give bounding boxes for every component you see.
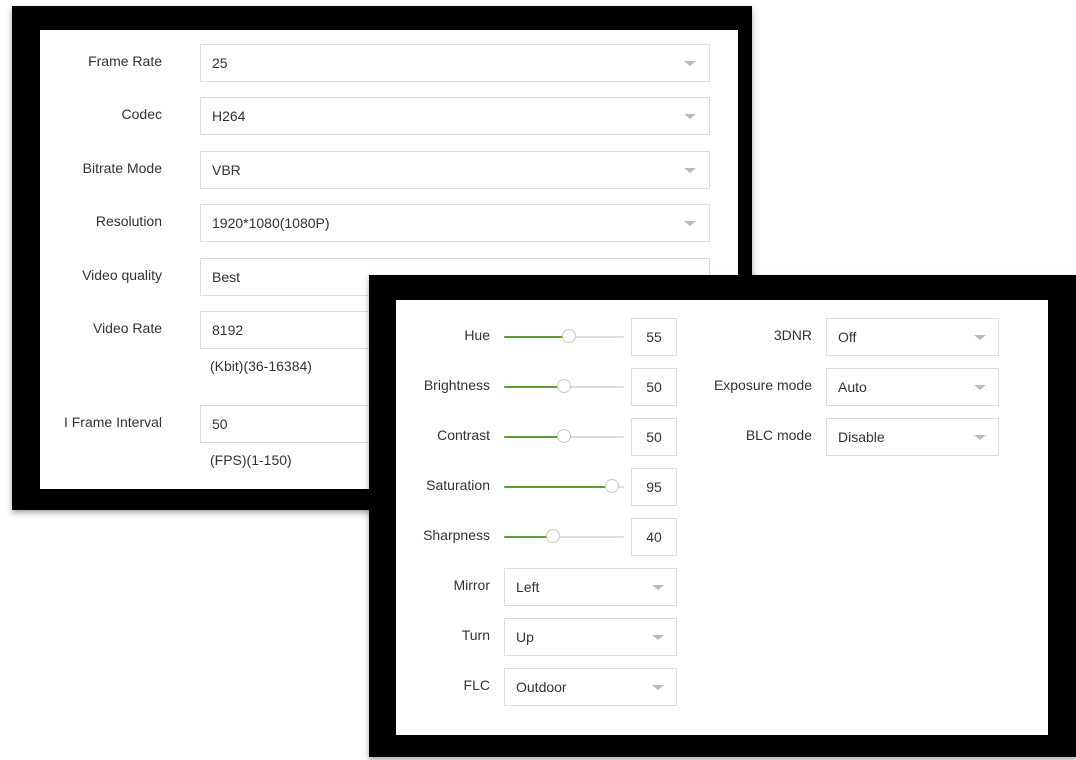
flc-label: FLC (463, 677, 490, 693)
turn-value: Up (516, 629, 534, 645)
i-frame-interval-label: I Frame Interval (63, 414, 162, 430)
mirror-select[interactable]: Left (504, 568, 677, 606)
exposure-mode-label: Exposure mode (713, 377, 812, 393)
contrast-label: Contrast (437, 427, 490, 443)
bitrate-mode-label: Bitrate Mode (82, 160, 162, 176)
brightness-slider-handle[interactable] (557, 379, 571, 393)
frame-rate-label: Frame Rate (88, 53, 162, 69)
contrast-value-input[interactable]: 50 (631, 418, 677, 456)
resolution-value: 1920*1080(1080P) (212, 215, 330, 231)
saturation-label: Saturation (426, 477, 490, 493)
hue-value-input[interactable]: 55 (631, 318, 677, 356)
flc-value: Outdoor (516, 679, 567, 695)
brightness-label: Brightness (423, 377, 490, 393)
exposure-mode-select[interactable]: Auto (826, 368, 999, 406)
i-frame-interval-value: 50 (212, 416, 228, 432)
resolution-select[interactable]: 1920*1080(1080P) (200, 204, 710, 242)
sharpness-slider-handle[interactable] (546, 529, 560, 543)
brightness-slider[interactable] (504, 379, 624, 393)
chevron-down-icon (684, 168, 696, 173)
chevron-down-icon (974, 335, 986, 340)
i-frame-interval-range-hint: (FPS)(1-150) (210, 452, 292, 468)
resolution-label: Resolution (95, 213, 162, 229)
chevron-down-icon (652, 585, 664, 590)
sharpness-label: Sharpness (423, 527, 490, 543)
frame-rate-value: 25 (212, 55, 228, 71)
brightness-value-input[interactable]: 50 (631, 368, 677, 406)
chevron-down-icon (684, 61, 696, 66)
blc-mode-value: Disable (838, 429, 885, 445)
turn-label: Turn (461, 627, 490, 643)
hue-slider-handle[interactable] (562, 329, 576, 343)
chevron-down-icon (974, 435, 986, 440)
blc-mode-select[interactable]: Disable (826, 418, 999, 456)
frame-rate-select[interactable]: 25 (200, 44, 710, 82)
3dnr-label: 3DNR (773, 327, 812, 343)
codec-label: Codec (121, 106, 162, 122)
turn-select[interactable]: Up (504, 618, 677, 656)
codec-value: H264 (212, 108, 246, 124)
saturation-slider-fill (504, 486, 612, 488)
3dnr-select[interactable]: Off (826, 318, 999, 356)
video-rate-value: 8192 (212, 322, 244, 338)
hue-label: Hue (464, 327, 490, 343)
sharpness-value-input[interactable]: 40 (631, 518, 677, 556)
chevron-down-icon (684, 114, 696, 119)
bitrate-mode-value: VBR (212, 162, 241, 178)
saturation-slider[interactable] (504, 479, 624, 493)
chevron-down-icon (684, 221, 696, 226)
hue-slider[interactable] (504, 329, 624, 343)
sharpness-slider[interactable] (504, 529, 624, 543)
blc-mode-label: BLC mode (745, 427, 812, 443)
exposure-mode-value: Auto (838, 379, 867, 395)
3dnr-value: Off (838, 329, 857, 345)
mirror-value: Left (516, 579, 540, 595)
video-quality-value: Best (212, 269, 241, 285)
flc-select[interactable]: Outdoor (504, 668, 677, 706)
chevron-down-icon (974, 385, 986, 390)
saturation-slider-handle[interactable] (605, 479, 619, 493)
chevron-down-icon (652, 685, 664, 690)
video-rate-range-hint: (Kbit)(36-16384) (210, 358, 312, 374)
bitrate-mode-select[interactable]: VBR (200, 151, 710, 189)
saturation-value-input[interactable]: 95 (631, 468, 677, 506)
contrast-slider[interactable] (504, 429, 624, 443)
video-quality-label: Video quality (82, 267, 162, 283)
codec-select[interactable]: H264 (200, 97, 710, 135)
video-rate-label: Video Rate (92, 320, 162, 336)
hue-slider-fill (504, 336, 569, 338)
mirror-label: Mirror (453, 577, 490, 593)
image-settings-window: Hue 55 Brightness 50 Contrast 50 Saturat… (369, 275, 1076, 757)
contrast-slider-fill (504, 436, 564, 438)
brightness-slider-fill (504, 386, 564, 388)
chevron-down-icon (652, 635, 664, 640)
image-settings-panel: Hue 55 Brightness 50 Contrast 50 Saturat… (396, 300, 1048, 735)
contrast-slider-handle[interactable] (557, 429, 571, 443)
